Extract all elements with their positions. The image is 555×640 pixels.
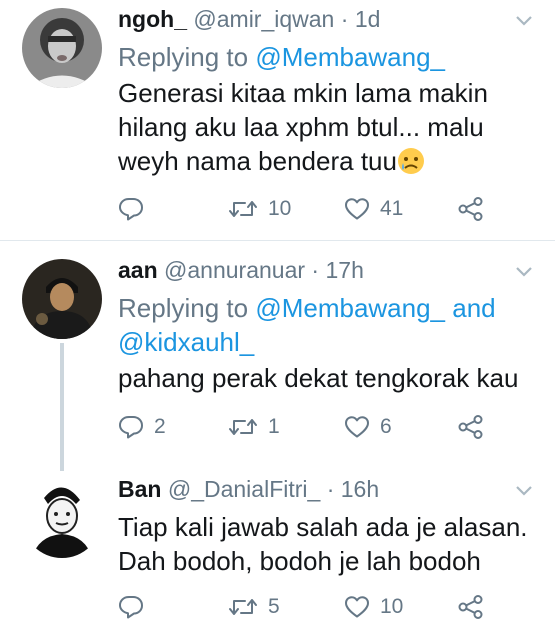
tweet-text: Generasi kitaa mkin lama makin hilang ak… <box>118 76 539 178</box>
text-line: Dah bodoh, bodoh je lah bodoh <box>118 546 481 576</box>
retweet-count: 5 <box>268 595 280 618</box>
mention-link-2[interactable]: @kidxauhl_ <box>118 327 254 357</box>
separator: · <box>311 257 320 283</box>
like-count: 41 <box>380 197 404 220</box>
retweet-count: 10 <box>268 197 292 220</box>
like-icon <box>345 416 369 438</box>
share-icon <box>458 595 483 619</box>
thread-line <box>60 343 64 471</box>
chevron-down-icon[interactable] <box>515 484 533 498</box>
text-line: hilang aku laa xphm btul... malu <box>118 112 484 142</box>
replying-and: and <box>452 293 496 323</box>
replying-prefix: Replying to <box>118 42 249 72</box>
retweet-button[interactable]: 5 <box>228 592 280 622</box>
timestamp[interactable]: 1d <box>355 6 381 32</box>
text-line: weyh nama bendera tuu <box>118 146 397 176</box>
mention-link[interactable]: @Membawang_ <box>255 42 445 72</box>
share-button[interactable] <box>458 592 484 622</box>
mention-link[interactable]: @Membawang_ <box>255 293 445 323</box>
avatar[interactable] <box>22 478 102 558</box>
retweet-icon <box>229 599 257 615</box>
retweet-icon <box>229 419 257 435</box>
retweet-count: 1 <box>268 415 280 438</box>
tweet-1[interactable]: ngoh_ @amir_iqwan · 1d Replying to @Memb… <box>0 0 555 240</box>
reply-icon <box>119 596 143 619</box>
share-icon <box>458 197 483 221</box>
replying-to: Replying to @Membawang_ <box>118 40 539 74</box>
share-button[interactable] <box>458 412 484 442</box>
retweet-icon <box>229 201 257 217</box>
reply-icon <box>119 198 143 221</box>
tweet-2[interactable]: aan @annuranuar · 17h Replying to @Memba… <box>0 241 555 471</box>
like-icon <box>345 596 369 618</box>
share-icon <box>458 415 483 439</box>
chevron-down-icon[interactable] <box>515 14 533 28</box>
tweet-text: Tiap kali jawab salah ada je alasan. Dah… <box>118 510 539 578</box>
separator: · <box>340 6 349 32</box>
separator: · <box>326 476 335 502</box>
reply-button[interactable] <box>118 194 154 224</box>
avatar[interactable] <box>22 259 102 339</box>
reply-icon <box>119 416 143 439</box>
like-icon <box>345 198 369 220</box>
avatar[interactable] <box>22 8 102 88</box>
replying-prefix: Replying to <box>118 293 249 323</box>
reply-button[interactable]: 2 <box>118 412 166 442</box>
sad-tear-emoji <box>397 147 425 175</box>
retweet-button[interactable]: 10 <box>228 194 291 224</box>
like-button[interactable]: 41 <box>344 194 403 224</box>
share-button[interactable] <box>458 194 484 224</box>
like-button[interactable]: 10 <box>344 592 403 622</box>
author-name[interactable]: aan <box>118 257 158 283</box>
retweet-button[interactable]: 1 <box>228 412 280 442</box>
like-count: 10 <box>380 595 404 618</box>
text-line: Generasi kitaa mkin lama makin <box>118 78 488 108</box>
reply-count: 2 <box>154 415 166 438</box>
author-handle[interactable]: @annuranuar <box>164 257 305 283</box>
author-name[interactable]: ngoh_ <box>118 6 187 32</box>
author-handle[interactable]: @_DanialFitri_ <box>168 476 320 502</box>
timestamp[interactable]: 16h <box>341 476 379 502</box>
text-line: pahang perak dekat tengkorak kau <box>118 363 519 393</box>
reply-button[interactable] <box>118 592 154 622</box>
tweet-3[interactable]: Ban @_DanialFitri_ · 16h Tiap kali jawab… <box>0 470 555 640</box>
like-count: 6 <box>380 415 392 438</box>
timestamp[interactable]: 17h <box>325 257 363 283</box>
author-name[interactable]: Ban <box>118 476 161 502</box>
text-line: Tiap kali jawab salah ada je alasan. <box>118 512 528 542</box>
replying-to: Replying to @Membawang_ and @kidxauhl_ <box>118 291 539 359</box>
like-button[interactable]: 6 <box>344 412 392 442</box>
chevron-down-icon[interactable] <box>515 265 533 279</box>
author-handle[interactable]: @amir_iqwan <box>193 6 334 32</box>
tweet-text: pahang perak dekat tengkorak kau <box>118 361 539 395</box>
